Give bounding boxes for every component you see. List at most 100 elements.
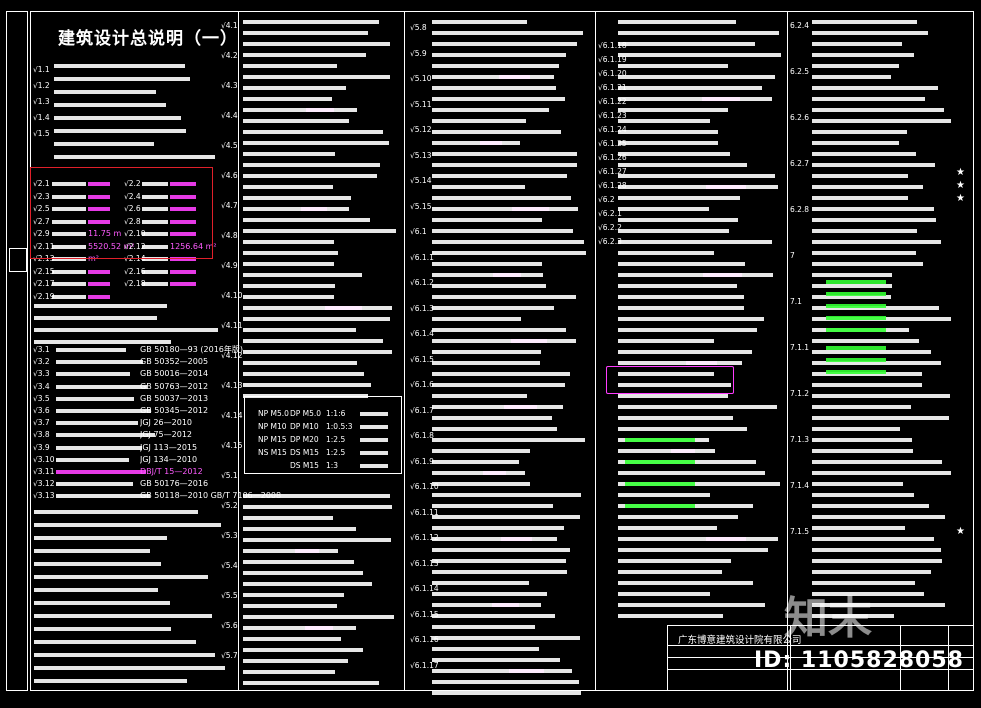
clause-number: √6.2 [598, 195, 615, 204]
note-text-line [812, 559, 942, 563]
note-text-line [34, 304, 167, 308]
note-text-line [243, 108, 357, 112]
mortar-cell: 1:3 [326, 461, 339, 470]
note-text-line [618, 405, 777, 409]
clause-number: √6.1.7 [410, 405, 434, 415]
clause-number: √6.1 [410, 227, 427, 236]
standard-name [56, 360, 143, 365]
clause-number: √5.15 [410, 201, 432, 211]
clause-number: √4.3 [221, 81, 238, 90]
clause-number: √4.13 [221, 381, 243, 390]
highlighted-note-green [625, 460, 695, 464]
standard-name [56, 384, 147, 389]
note-text-line [243, 670, 335, 674]
note-text-line [812, 394, 950, 398]
watermark-id: ID: 1105828058 [754, 648, 964, 673]
clause-number: √6.1.2 [410, 278, 434, 287]
note-text-line [432, 196, 571, 200]
note-text-line [432, 372, 570, 376]
note-text-line [243, 130, 383, 134]
note-text-line [243, 659, 348, 663]
note-text-line [812, 537, 934, 541]
note-text-line [618, 471, 765, 475]
mortar-cell: DP M10 [290, 422, 319, 431]
note-text-line [34, 640, 196, 644]
clause-number: 6.2.5 [790, 67, 810, 76]
note-text-line [432, 207, 578, 211]
note-text-line [432, 416, 552, 420]
highlighted-note-green [826, 346, 886, 350]
note-text-line [812, 383, 922, 387]
note-text-line [432, 75, 554, 79]
note-text-line [812, 339, 919, 343]
note-text-line [243, 648, 363, 652]
note-text-line [812, 460, 942, 464]
note-text-line [243, 328, 356, 332]
mortar-cell: 1:2.5 [326, 435, 346, 444]
note-text-line [243, 295, 334, 299]
clause-number: √4.11 [221, 321, 243, 330]
mortar-cell: 1:1:6 [326, 409, 346, 418]
clause-number: √5.8 [410, 23, 427, 32]
clause-number: √5.13 [410, 150, 432, 160]
note-text-line [432, 86, 556, 90]
note-text-line [812, 493, 914, 497]
mortar-cell: 1:0.5:3 [326, 422, 353, 431]
note-text-line [432, 581, 529, 585]
note-text-line [54, 103, 166, 107]
note-text-line [432, 471, 525, 475]
clause-number: √4.4 [221, 111, 238, 120]
note-text-line [812, 262, 923, 266]
note-text-line [812, 185, 923, 189]
note-text-line [812, 482, 903, 486]
note-text-line [432, 174, 567, 178]
note-text-line [618, 174, 775, 178]
company-name: 广东博意建筑设计院有限公司 [678, 635, 802, 646]
note-text-line [618, 185, 778, 189]
note-text-line [432, 438, 585, 442]
note-text-line [812, 240, 941, 244]
note-text-line [243, 361, 357, 365]
clause-number: 7.1.4 [790, 481, 810, 490]
note-text-line [618, 284, 737, 288]
note-text-line [618, 75, 775, 79]
note-text-line [618, 108, 728, 112]
note-text-line [34, 328, 218, 332]
note-text-line [243, 339, 383, 343]
note-text-line [432, 548, 570, 552]
standard-name [56, 409, 151, 413]
note-text-line [618, 97, 772, 101]
clause-number: √4.9 [221, 261, 238, 270]
info-value-marked [88, 269, 110, 274]
note-text-line [34, 653, 215, 657]
clause-number: √6.1.4 [410, 329, 434, 338]
standard-code: GB 50352—2005 [140, 357, 209, 367]
note-text-line [243, 174, 377, 178]
standard-code: GB 50016—2014 [140, 369, 209, 379]
note-text-line [618, 31, 779, 35]
note-text-line [432, 119, 526, 123]
standard-name [56, 421, 138, 426]
clause-number: √1.2 [33, 81, 50, 90]
note-text-line [34, 627, 171, 631]
note-text-line [618, 493, 710, 497]
clause-number: √1.3 [33, 97, 50, 106]
note-text-line [243, 141, 389, 145]
clause-number: √5.6 [221, 621, 238, 630]
standard-name [56, 372, 130, 377]
note-text-line [618, 427, 747, 431]
info-value-marked [170, 282, 196, 286]
info-label [52, 282, 86, 286]
mortar-cell: DS M15 [290, 461, 319, 470]
star-icon: ★ [956, 180, 965, 191]
clause-number: 7.1.5 [790, 527, 810, 536]
note-text-line [243, 163, 380, 167]
highlighted-note-green [826, 328, 886, 332]
column-divider [595, 11, 596, 691]
note-text-line [618, 64, 728, 68]
standard-name [56, 348, 126, 352]
note-text-line [432, 108, 549, 112]
clause-number: √1.1 [33, 65, 50, 74]
note-text-line [432, 20, 527, 24]
pink-markup-box [606, 366, 734, 394]
